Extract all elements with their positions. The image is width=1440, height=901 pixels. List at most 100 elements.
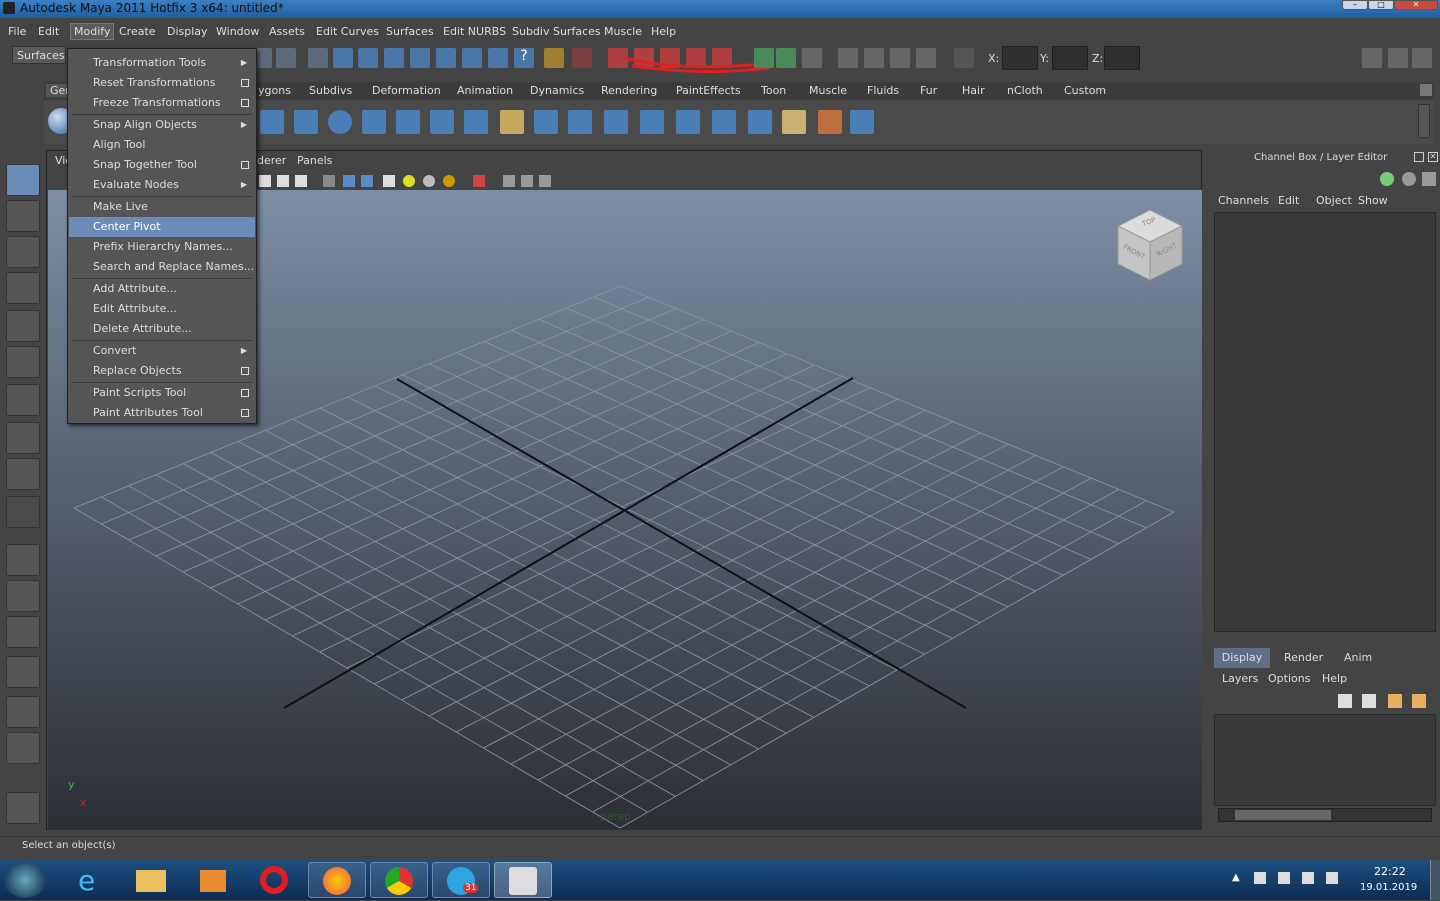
selection-mask-icon[interactable] bbox=[488, 48, 508, 68]
shelf-tool-icon[interactable] bbox=[818, 110, 842, 134]
tool-settings-icon[interactable] bbox=[1388, 48, 1408, 68]
viewport-icon[interactable] bbox=[277, 175, 289, 187]
menu-modify[interactable]: Modify bbox=[70, 23, 115, 40]
minimize-button[interactable]: – bbox=[1342, 0, 1368, 10]
shaded-wire-icon[interactable] bbox=[361, 175, 373, 187]
grid-icon[interactable] bbox=[521, 175, 533, 187]
textured-icon[interactable] bbox=[383, 175, 395, 187]
option-box-icon[interactable] bbox=[241, 161, 249, 169]
shelf-trash-icon[interactable] bbox=[1420, 84, 1432, 96]
new-layer-icon[interactable] bbox=[1388, 694, 1402, 708]
maximize-button[interactable]: □ bbox=[1368, 0, 1394, 10]
pin-icon[interactable] bbox=[1422, 172, 1436, 186]
cylinder-icon[interactable] bbox=[500, 110, 524, 134]
snap-curve-icon[interactable] bbox=[358, 48, 378, 68]
layer-menu-help[interactable]: Help bbox=[1322, 672, 1347, 685]
question-icon[interactable]: ? bbox=[514, 48, 534, 68]
shelf-tool-icon[interactable] bbox=[328, 110, 352, 134]
modify-menu-item[interactable]: Snap Align Objects ▶ bbox=[69, 115, 255, 135]
layer-menu-options[interactable]: Options bbox=[1268, 672, 1310, 685]
shelf-tab-fluids[interactable]: Fluids bbox=[863, 84, 903, 97]
modify-menu-item[interactable]: Edit Attribute... bbox=[69, 299, 255, 319]
scale-tool-icon[interactable] bbox=[6, 346, 40, 378]
menu-muscle[interactable]: Muscle bbox=[604, 25, 642, 38]
start-button[interactable] bbox=[4, 862, 46, 898]
shelf-tool-icon[interactable] bbox=[294, 110, 318, 134]
shelf-tab-rendering[interactable]: Rendering bbox=[597, 84, 661, 97]
shelf-tab-muscle[interactable]: Muscle bbox=[805, 84, 851, 97]
soft-mod-icon[interactable] bbox=[6, 422, 40, 454]
settings-icon[interactable] bbox=[916, 48, 936, 68]
shelf-tab-hair[interactable]: Hair bbox=[958, 84, 989, 97]
shelf-tab-polygons[interactable]: ygons bbox=[254, 84, 295, 97]
light-icon[interactable] bbox=[443, 175, 455, 187]
isolate-icon[interactable] bbox=[473, 175, 485, 187]
snap-icon[interactable] bbox=[276, 48, 296, 68]
shelf-scroll-icon[interactable] bbox=[1418, 104, 1430, 138]
shelf-tool-icon[interactable] bbox=[534, 110, 558, 134]
graph-layout-icon[interactable] bbox=[6, 656, 40, 688]
viewport-menu-renderer[interactable]: derer bbox=[257, 154, 286, 167]
outliner-layout-icon[interactable] bbox=[6, 616, 40, 648]
lasso-tool-icon[interactable] bbox=[6, 200, 40, 232]
move-tool-icon[interactable] bbox=[6, 272, 40, 304]
shelf-tool-icon[interactable] bbox=[676, 110, 700, 134]
option-box-icon[interactable] bbox=[241, 99, 249, 107]
taskbar-explorer-icon[interactable] bbox=[122, 862, 180, 898]
render-settings-icon[interactable] bbox=[802, 48, 822, 68]
single-pane-layout-icon[interactable] bbox=[6, 544, 40, 576]
shelf-tab-dynamics[interactable]: Dynamics bbox=[526, 84, 588, 97]
shelf-tab-animation[interactable]: Animation bbox=[453, 84, 517, 97]
menu-edit-curves[interactable]: Edit Curves bbox=[316, 25, 379, 38]
shelf-tab-custom[interactable]: Custom bbox=[1060, 84, 1110, 97]
menu-create[interactable]: Create bbox=[119, 25, 156, 38]
modify-menu-item[interactable]: Reset Transformations bbox=[69, 73, 255, 93]
modify-menu-item[interactable]: Search and Replace Names... bbox=[69, 257, 255, 277]
taskbar-ie-icon[interactable]: e bbox=[60, 862, 118, 898]
taskbar-firefox-icon[interactable] bbox=[308, 862, 366, 898]
modify-menu-item[interactable]: Evaluate Nodes ▶ bbox=[69, 175, 255, 195]
shelf-tool-icon[interactable] bbox=[396, 110, 420, 134]
rotate-tool-icon[interactable] bbox=[6, 310, 40, 342]
light-icon[interactable] bbox=[403, 175, 415, 187]
tray-icon[interactable] bbox=[1278, 872, 1290, 884]
layer-list[interactable] bbox=[1214, 714, 1436, 806]
channel-menu-object[interactable]: Object bbox=[1316, 194, 1352, 207]
settings-icon[interactable] bbox=[864, 48, 884, 68]
view-cube[interactable]: TOP FRONT RIGHT bbox=[1116, 208, 1184, 282]
float-icon[interactable] bbox=[1414, 152, 1424, 162]
taskbar-media-icon[interactable] bbox=[184, 862, 242, 898]
shelf-tool-icon[interactable] bbox=[850, 110, 874, 134]
share-icon[interactable] bbox=[539, 175, 551, 187]
viewport-menu-panels[interactable]: Panels bbox=[297, 154, 332, 167]
maya-logo-icon[interactable] bbox=[6, 792, 40, 824]
channel-menu-show[interactable]: Show bbox=[1358, 194, 1388, 207]
selection-mask-icon[interactable] bbox=[436, 48, 456, 68]
layer-icon[interactable] bbox=[1362, 694, 1376, 708]
shelf-tab-painteffects[interactable]: PaintEffects bbox=[672, 84, 745, 97]
menu-file[interactable]: File bbox=[8, 25, 26, 38]
last-tool-icon[interactable] bbox=[6, 496, 40, 528]
option-box-icon[interactable] bbox=[241, 367, 249, 375]
light-icon[interactable] bbox=[423, 175, 435, 187]
flag-icon[interactable] bbox=[1254, 872, 1266, 884]
shelf-tab-fur[interactable]: Fur bbox=[916, 84, 941, 97]
shelf-tool-icon[interactable] bbox=[712, 110, 736, 134]
menu-display[interactable]: Display bbox=[167, 25, 208, 38]
snap-point-icon[interactable] bbox=[384, 48, 404, 68]
shelf-tab-deformation[interactable]: Deformation bbox=[368, 84, 445, 97]
menu-subdiv-surfaces[interactable]: Subdiv Surfaces bbox=[512, 25, 601, 38]
transform-field-icon[interactable] bbox=[954, 48, 974, 68]
taskbar-telegram-icon[interactable]: 31 bbox=[432, 862, 490, 898]
taskbar-chrome-icon[interactable] bbox=[370, 862, 428, 898]
scrollbar-thumb[interactable] bbox=[1235, 810, 1331, 820]
tray-arrow-icon[interactable]: ▲ bbox=[1232, 872, 1240, 883]
show-desktop-button[interactable] bbox=[1430, 860, 1440, 900]
snap-plane-icon[interactable] bbox=[410, 48, 430, 68]
modify-menu-item[interactable]: Transformation Tools ▶ bbox=[69, 53, 255, 73]
show-manipulator-icon[interactable] bbox=[6, 458, 40, 490]
channel-menu-edit[interactable]: Edit bbox=[1278, 194, 1299, 207]
text-icon[interactable] bbox=[295, 175, 307, 187]
layer-tab-anim[interactable]: Anim bbox=[1344, 651, 1372, 664]
shelf-tool-icon[interactable] bbox=[260, 110, 284, 134]
